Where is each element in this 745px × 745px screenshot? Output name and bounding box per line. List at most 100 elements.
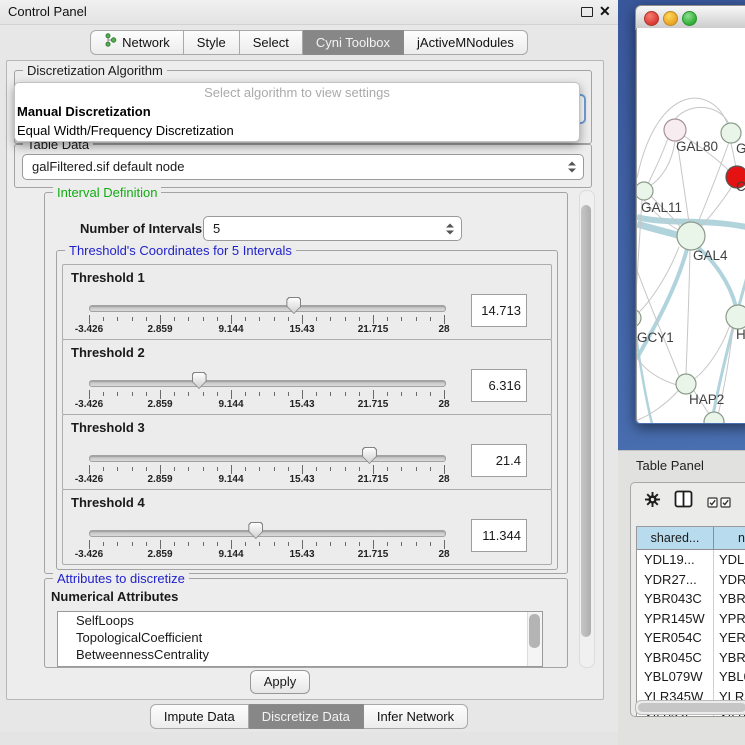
- checkbox-icon[interactable]: [707, 496, 718, 511]
- table-row[interactable]: YBL079WYBL0: [637, 667, 745, 687]
- tick-mark: [401, 542, 402, 546]
- network-edge[interactable]: [686, 250, 690, 374]
- column-header-name[interactable]: na: [714, 527, 745, 550]
- network-node[interactable]: [721, 123, 741, 143]
- tick-mark: [160, 465, 161, 474]
- cell-shared-name[interactable]: YBR045C: [637, 648, 713, 668]
- slider-handle[interactable]: [192, 372, 207, 389]
- tab-cyni-toolbox[interactable]: Cyni Toolbox: [303, 30, 404, 55]
- cell-name[interactable]: YBR0: [713, 589, 745, 609]
- attribute-list-item[interactable]: TopologicalCoefficient: [58, 629, 542, 646]
- cell-shared-name[interactable]: YBR043C: [637, 589, 713, 609]
- table-horizontal-scrollbar[interactable]: [635, 700, 745, 715]
- cell-shared-name[interactable]: YER054C: [637, 628, 713, 648]
- apply-button[interactable]: Apply: [250, 670, 310, 694]
- popup-item-equal-width[interactable]: Equal Width/Frequency Discretization: [15, 121, 579, 140]
- table-row[interactable]: YER054CYER0: [637, 628, 745, 648]
- checkbox-icon[interactable]: [720, 496, 731, 511]
- attribute-list-item[interactable]: SelfLoops: [58, 612, 542, 629]
- tab-jactivemnodules[interactable]: jActiveMNodules: [404, 30, 528, 55]
- slider-track[interactable]: [89, 305, 446, 312]
- numerical-attributes-list[interactable]: SelfLoopsTopologicalCoefficientBetweenne…: [57, 611, 543, 667]
- scrollbar-thumb[interactable]: [581, 205, 591, 637]
- tick-label: 28: [414, 474, 474, 485]
- cell-name[interactable]: YBR0: [713, 648, 745, 668]
- network-node[interactable]: [677, 222, 705, 250]
- slider-track[interactable]: [89, 530, 446, 537]
- network-canvas[interactable]: GAL80GACGAL11GAL4GCY1HHAP2: [636, 28, 745, 423]
- network-node[interactable]: [676, 374, 696, 394]
- slider-handle[interactable]: [362, 447, 377, 464]
- cell-name[interactable]: YBL0: [713, 667, 745, 687]
- tick-mark: [217, 392, 218, 396]
- tab-network[interactable]: Network: [90, 30, 184, 55]
- num-intervals-combo[interactable]: 5: [203, 216, 462, 241]
- split-columns-icon[interactable]: [674, 490, 693, 511]
- zoom-traffic-light[interactable]: [682, 11, 697, 26]
- network-edge[interactable]: [675, 107, 729, 124]
- threshold-value-field[interactable]: 6.316: [471, 369, 527, 402]
- control-panel-window: Control Panel ✕ Network Style SelectCyni T…: [0, 0, 618, 732]
- table-row[interactable]: YPR145WYPR1: [637, 609, 745, 629]
- cell-name[interactable]: YDR2: [713, 570, 745, 590]
- tick-mark: [430, 317, 431, 321]
- bottom-tab-impute-data[interactable]: Impute Data: [150, 704, 249, 729]
- list-scrollbar[interactable]: [527, 612, 542, 666]
- attribute-list-item[interactable]: BetweennessCentrality: [58, 646, 542, 663]
- tick-mark: [174, 542, 175, 546]
- table-row[interactable]: YBR043CYBR0: [637, 589, 745, 609]
- cell-name[interactable]: YPR1: [713, 609, 745, 629]
- bottom-tab-infer-network[interactable]: Infer Network: [364, 704, 468, 729]
- cell-name[interactable]: YDL1: [713, 550, 745, 570]
- cell-shared-name[interactable]: YPR145W: [637, 609, 713, 629]
- table-panel-box: shared... na YDL19...YDL1YDR27...YDR2YBR…: [630, 482, 745, 717]
- table-row[interactable]: YDR27...YDR2: [637, 570, 745, 590]
- column-header-shared-name[interactable]: shared...: [637, 527, 714, 550]
- table-data-combo[interactable]: galFiltered.sif default node: [22, 154, 584, 180]
- bottom-tab-discretize-data[interactable]: Discretize Data: [249, 704, 364, 729]
- scrollbar-thumb[interactable]: [638, 703, 745, 712]
- threshold-value-field[interactable]: 21.4: [471, 444, 527, 477]
- table-row[interactable]: YDL19...YDL1: [637, 550, 745, 570]
- network-edge[interactable]: [637, 391, 678, 421]
- table-row[interactable]: YBR045CYBR0: [637, 648, 745, 668]
- slider-handle[interactable]: [286, 297, 301, 314]
- tab-style[interactable]: Style: [184, 30, 240, 55]
- gear-icon[interactable]: [645, 492, 660, 510]
- tick-mark: [132, 317, 133, 321]
- network-edge[interactable]: [694, 325, 730, 379]
- panel-title: Control Panel: [8, 0, 87, 24]
- network-node[interactable]: [664, 119, 686, 141]
- tick-mark: [330, 392, 331, 396]
- tick-mark: [316, 467, 317, 471]
- close-icon[interactable]: ✕: [599, 3, 611, 20]
- close-traffic-light[interactable]: [644, 11, 659, 26]
- network-node[interactable]: [726, 305, 745, 329]
- panel-scrollbar[interactable]: [579, 190, 595, 668]
- cell-name[interactable]: YER0: [713, 628, 745, 648]
- minimize-traffic-light[interactable]: [663, 11, 678, 26]
- float-window-icon[interactable]: [581, 7, 593, 17]
- cell-shared-name[interactable]: YBL079W: [637, 667, 713, 687]
- popup-item-manual[interactable]: Manual Discretization: [15, 102, 579, 121]
- network-edge[interactable]: [648, 138, 668, 184]
- tick-mark: [259, 317, 260, 321]
- network-edge[interactable]: [638, 247, 679, 313]
- tick-mark: [288, 542, 289, 546]
- tick-mark: [103, 392, 104, 396]
- tick-mark: [174, 467, 175, 471]
- network-node[interactable]: [637, 309, 641, 327]
- node-table[interactable]: shared... na YDL19...YDL1YDR27...YDR2YBR…: [636, 526, 745, 717]
- cell-shared-name[interactable]: YDR27...: [637, 570, 713, 590]
- threshold-value-field[interactable]: 11.344: [471, 519, 527, 552]
- slider-handle[interactable]: [248, 522, 263, 539]
- network-node[interactable]: [637, 182, 653, 200]
- tab-select[interactable]: Select: [240, 30, 303, 55]
- cell-shared-name[interactable]: YDL19...: [637, 550, 713, 570]
- slider-track[interactable]: [89, 380, 446, 387]
- network-node[interactable]: [704, 412, 724, 423]
- tab-label: Style: [197, 31, 226, 54]
- slider-track[interactable]: [89, 455, 446, 462]
- network-edge[interactable]: [650, 141, 675, 186]
- threshold-value-field[interactable]: 14.713: [471, 294, 527, 327]
